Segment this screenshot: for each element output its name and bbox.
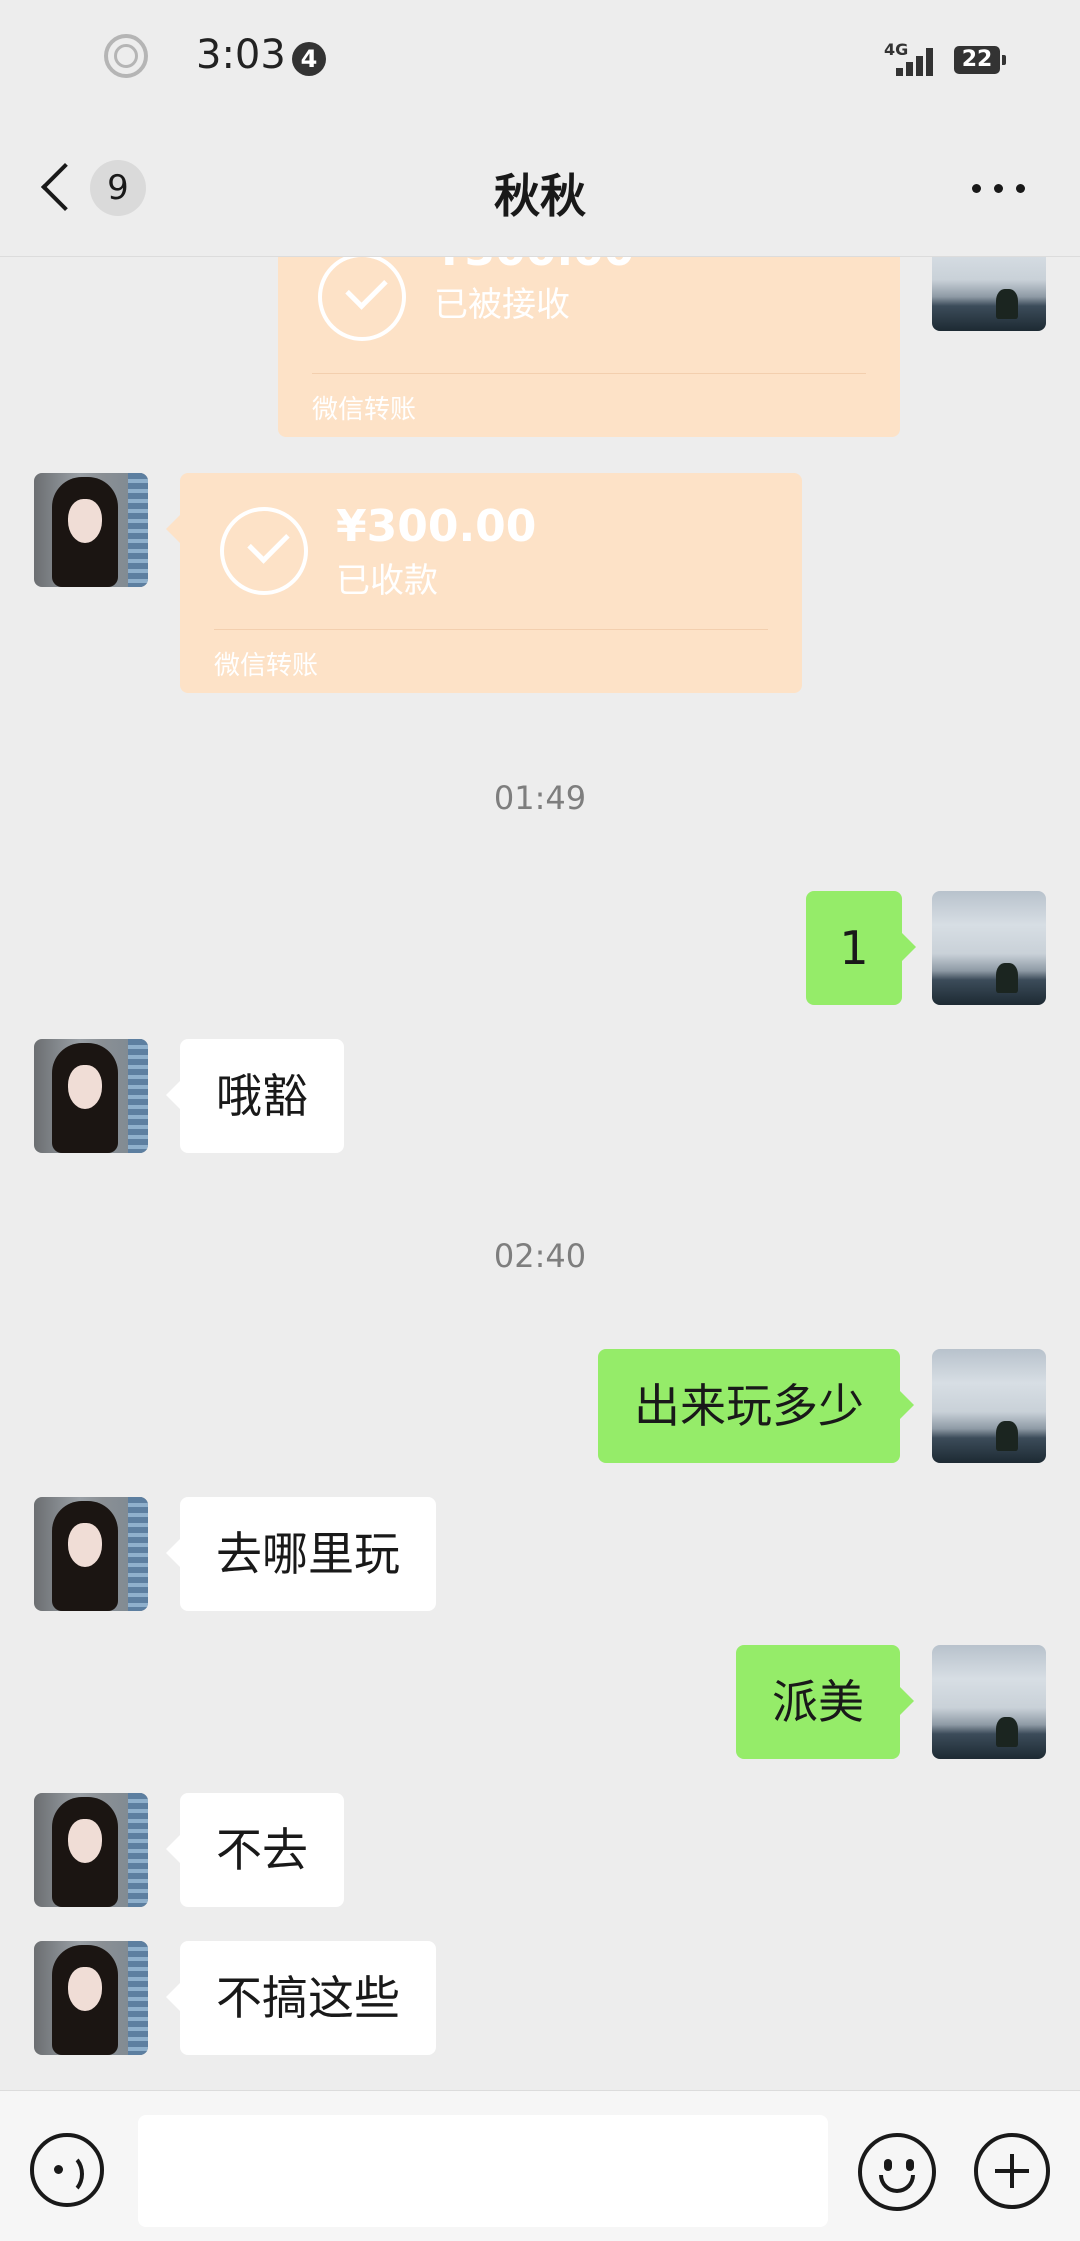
signal-strength-icon <box>888 44 936 76</box>
check-circle-icon <box>318 257 406 341</box>
message-bubble-incoming[interactable]: 不搞这些 <box>166 1941 436 2055</box>
transfer-footer: 微信转账 <box>312 395 417 425</box>
message-timestamp: 01:49 <box>493 779 587 817</box>
my-avatar[interactable] <box>932 1645 1046 1759</box>
message-bubble-incoming[interactable]: 去哪里玩 <box>166 1497 436 1611</box>
contact-avatar[interactable] <box>34 1941 148 2055</box>
transfer-status: 已被接收 <box>434 285 570 325</box>
message-bubble-outgoing[interactable]: 派美 <box>736 1645 914 1759</box>
my-avatar[interactable] <box>932 1349 1046 1463</box>
message-bubble-incoming[interactable]: 不去 <box>166 1793 344 1907</box>
status-time: 3:03 <box>196 32 286 78</box>
contact-avatar[interactable] <box>34 1793 148 1907</box>
contact-avatar[interactable] <box>34 473 148 587</box>
check-circle-icon <box>220 507 308 595</box>
transfer-card-outgoing[interactable]: ¥300.00 已被接收 微信转账 <box>278 257 900 437</box>
message-input[interactable] <box>138 2115 828 2227</box>
my-avatar[interactable] <box>932 257 1046 331</box>
chat-header: 9 秋秋 <box>0 120 1080 257</box>
input-bar <box>0 2090 1080 2241</box>
plus-icon[interactable] <box>974 2133 1050 2209</box>
my-avatar[interactable] <box>932 891 1046 1005</box>
battery-icon: 22 <box>954 46 1006 74</box>
transfer-card-incoming[interactable]: ¥300.00 已收款 微信转账 <box>166 473 802 693</box>
transfer-status: 已收款 <box>336 561 438 601</box>
transfer-amount: ¥300.00 <box>434 257 634 276</box>
message-bubble-incoming[interactable]: 哦豁 <box>166 1039 344 1153</box>
more-dots-icon[interactable] <box>970 178 1026 198</box>
contact-avatar[interactable] <box>34 1039 148 1153</box>
emoji-icon[interactable] <box>858 2133 936 2211</box>
message-list[interactable]: ¥300.00 已被接收 微信转账 ¥300.00 已收款 微信转账 01:49… <box>0 257 1080 2089</box>
status-bar: 3:03 4 4G 22 <box>0 0 1080 120</box>
transfer-divider <box>312 373 866 374</box>
message-timestamp: 02:40 <box>493 1237 587 1275</box>
chat-title: 秋秋 <box>494 169 586 223</box>
transfer-amount: ¥300.00 <box>336 501 537 552</box>
notification-count-badge: 4 <box>292 42 326 76</box>
contact-avatar[interactable] <box>34 1497 148 1611</box>
status-ring-icon <box>104 34 148 78</box>
message-bubble-outgoing[interactable]: 出来玩多少 <box>598 1349 914 1463</box>
transfer-footer: 微信转账 <box>214 651 319 681</box>
voice-icon[interactable] <box>30 2133 104 2207</box>
transfer-divider <box>214 629 768 630</box>
message-bubble-outgoing[interactable]: 1 <box>806 891 916 1005</box>
